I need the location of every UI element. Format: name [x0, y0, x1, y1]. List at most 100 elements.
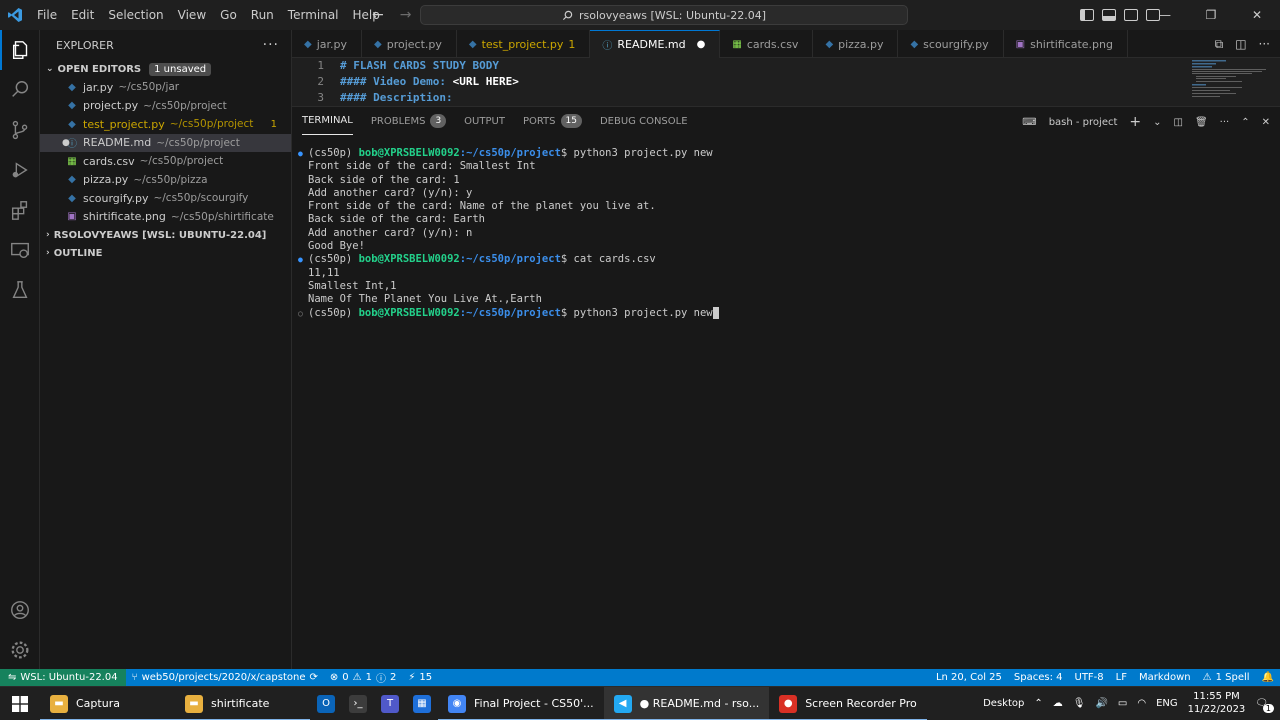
- panel-tab-terminal[interactable]: TERMINAL: [302, 107, 353, 135]
- encoding[interactable]: UTF-8: [1069, 672, 1110, 683]
- panel-tab-debug-console[interactable]: DEBUG CONSOLE: [600, 107, 688, 135]
- tab-test_project-py[interactable]: ◆ test_project.py 1: [457, 30, 591, 58]
- testing-icon[interactable]: [0, 270, 40, 310]
- tab-pizza-py[interactable]: ◆ pizza.py: [813, 30, 899, 58]
- tab-readme-md[interactable]: ⓘ README.md ●: [590, 30, 721, 58]
- taskbar-app-terminal[interactable]: ›_: [342, 687, 374, 720]
- end-of-line[interactable]: LF: [1110, 672, 1133, 683]
- trash-icon[interactable]: 🗑: [1195, 117, 1208, 128]
- menu-item-terminal[interactable]: Terminal: [281, 0, 346, 30]
- explorer-icon[interactable]: [0, 30, 40, 70]
- open-editor-item[interactable]: ◆ scourgify.py ~/cs50p/scourgify: [40, 189, 291, 208]
- run-debug-icon[interactable]: [0, 150, 40, 190]
- command-decoration-icon[interactable]: ○: [298, 307, 303, 320]
- workspace-header[interactable]: › RSOLOVYEAWS [WSL: UBUNTU-22.04]: [40, 226, 291, 244]
- indentation[interactable]: Spaces: 4: [1008, 672, 1069, 683]
- open-editor-item[interactable]: ▦ cards.csv ~/cs50p/project: [40, 152, 291, 171]
- taskbar-app-chrome[interactable]: ◉ Final Project - CS50'...: [438, 687, 604, 720]
- close-panel-icon[interactable]: ✕: [1262, 117, 1270, 128]
- remote-explorer-icon[interactable]: [0, 230, 40, 270]
- open-editor-item[interactable]: ◆ project.py ~/cs50p/project: [40, 97, 291, 116]
- sync-icon[interactable]: ⟳: [309, 672, 317, 683]
- clock[interactable]: 11:55 PM 11/22/2023: [1188, 690, 1246, 716]
- language-mode[interactable]: Markdown: [1133, 672, 1197, 683]
- restore-icon[interactable]: ❐: [1188, 0, 1234, 30]
- manage-gear-icon[interactable]: [0, 630, 40, 670]
- remote-indicator[interactable]: ⇋ WSL: Ubuntu-22.04: [0, 669, 126, 686]
- open-editor-item[interactable]: ▣ shirtificate.png ~/cs50p/shirtificate: [40, 208, 291, 227]
- command-decoration-icon[interactable]: ●: [298, 147, 303, 160]
- accounts-icon[interactable]: [0, 590, 40, 630]
- terminal-name[interactable]: bash - project: [1049, 117, 1118, 128]
- tab-jar-py[interactable]: ◆ jar.py: [292, 30, 363, 58]
- modified-dot-icon[interactable]: ●: [62, 138, 70, 148]
- menu-item-view[interactable]: View: [171, 0, 213, 30]
- open-preview-icon[interactable]: ⧉: [1215, 37, 1224, 52]
- unsaved-dot-icon[interactable]: ●: [697, 39, 706, 50]
- problems-indicator[interactable]: ⊗ 0 ⚠ 1 ⓘ 2: [324, 670, 402, 685]
- extensions-icon[interactable]: [0, 190, 40, 230]
- maximize-panel-icon[interactable]: ⌃: [1241, 117, 1249, 128]
- notifications-icon[interactable]: 🔔: [1256, 672, 1280, 683]
- open-editors-header[interactable]: ⌄ OPEN EDITORS 1 unsaved: [40, 60, 291, 78]
- minimap[interactable]: [1192, 60, 1272, 104]
- panel-tab-ports[interactable]: PORTS 15: [523, 107, 582, 135]
- notification-center-icon[interactable]: 🗨 1: [1255, 698, 1274, 713]
- toggle-panel-icon[interactable]: [1102, 9, 1116, 21]
- editor[interactable]: 1 # FLASH CARDS STUDY BODY 2 #### Video Dem…: [292, 58, 1280, 106]
- open-editor-item[interactable]: ◆ pizza.py ~/cs50p/pizza: [40, 171, 291, 190]
- taskbar-app-folder[interactable]: ▬ shirtificate: [175, 687, 310, 720]
- toggle-sidebar-icon[interactable]: [1080, 9, 1094, 21]
- close-window-icon[interactable]: ✕: [1234, 0, 1280, 30]
- cursor-position[interactable]: Ln 20, Col 25: [930, 672, 1008, 683]
- menu-item-file[interactable]: File: [30, 0, 64, 30]
- taskbar-app-recorder[interactable]: ● Screen Recorder Pro: [769, 687, 927, 720]
- chevron-up-icon[interactable]: ⌃: [1034, 698, 1042, 709]
- split-editor-icon[interactable]: ◫: [1235, 37, 1246, 51]
- volume-icon[interactable]: 🔊: [1095, 698, 1107, 709]
- tab-scourgify-py[interactable]: ◆ scourgify.py: [898, 30, 1004, 58]
- wifi-icon[interactable]: ◠: [1137, 698, 1146, 709]
- outline-header[interactable]: › OUTLINE: [40, 244, 291, 262]
- start-button[interactable]: [0, 687, 40, 720]
- menu-item-edit[interactable]: Edit: [64, 0, 101, 30]
- command-decoration-icon[interactable]: ●: [298, 253, 303, 266]
- new-terminal-icon[interactable]: +: [1129, 114, 1141, 130]
- split-terminal-icon[interactable]: ◫: [1174, 117, 1183, 128]
- command-center[interactable]: rsolovyeaws [WSL: Ubuntu-22.04]: [420, 5, 908, 25]
- branch-indicator[interactable]: ⑂ web50/projects/2020/x/capstone ⟳: [126, 672, 324, 683]
- minimize-icon[interactable]: —: [1142, 0, 1188, 30]
- toggle-secondary-sidebar-icon[interactable]: [1124, 9, 1138, 21]
- open-editor-item[interactable]: ◆ jar.py ~/cs50p/jar: [40, 78, 291, 97]
- tab-cards-csv[interactable]: ▦ cards.csv: [720, 30, 814, 58]
- panel-tab-problems[interactable]: PROBLEMS 3: [371, 107, 447, 135]
- taskbar-app-folder[interactable]: ▬ Captura: [40, 687, 175, 720]
- panel-tab-output[interactable]: OUTPUT: [464, 107, 505, 135]
- menu-item-selection[interactable]: Selection: [101, 0, 170, 30]
- network-icon[interactable]: ▭: [1118, 698, 1127, 709]
- terminal-output[interactable]: ● (cs50p) bob@XPRSBELW0092:~/cs50p/projec…: [298, 147, 719, 320]
- desktop-label[interactable]: Desktop: [983, 698, 1024, 709]
- taskbar-app-teams[interactable]: T: [374, 687, 406, 720]
- taskbar-app-store[interactable]: ▦: [406, 687, 438, 720]
- more-editor-actions-icon[interactable]: ···: [1259, 37, 1270, 51]
- spell-indicator[interactable]: ⚠ 1 Spell: [1197, 672, 1256, 683]
- forward-arrow-icon[interactable]: →: [400, 7, 412, 23]
- cloud-icon[interactable]: ☁: [1053, 698, 1063, 709]
- open-editor-item[interactable]: ◆ test_project.py ~/cs50p/project 1: [40, 115, 291, 134]
- source-control-icon[interactable]: [0, 110, 40, 150]
- ports-indicator[interactable]: ⚡ 15: [402, 672, 438, 683]
- more-actions-icon[interactable]: ···: [1220, 117, 1230, 128]
- microphone-icon[interactable]: 🎙: [1073, 698, 1086, 709]
- language-indicator[interactable]: ENG: [1156, 698, 1178, 709]
- chevron-down-icon[interactable]: ⌄: [1153, 117, 1161, 128]
- open-editor-item[interactable]: ● ⓘ README.md ~/cs50p/project: [40, 133, 291, 152]
- menu-item-run[interactable]: Run: [244, 0, 281, 30]
- search-sidebar-icon[interactable]: [0, 70, 40, 110]
- back-arrow-icon[interactable]: ←: [372, 7, 384, 23]
- menu-item-go[interactable]: Go: [213, 0, 244, 30]
- tab-shirtificate-png[interactable]: ▣ shirtificate.png: [1004, 30, 1128, 58]
- more-actions-icon[interactable]: ···: [263, 37, 279, 53]
- tab-project-py[interactable]: ◆ project.py: [362, 30, 457, 58]
- taskbar-app-outlook[interactable]: O: [310, 687, 342, 720]
